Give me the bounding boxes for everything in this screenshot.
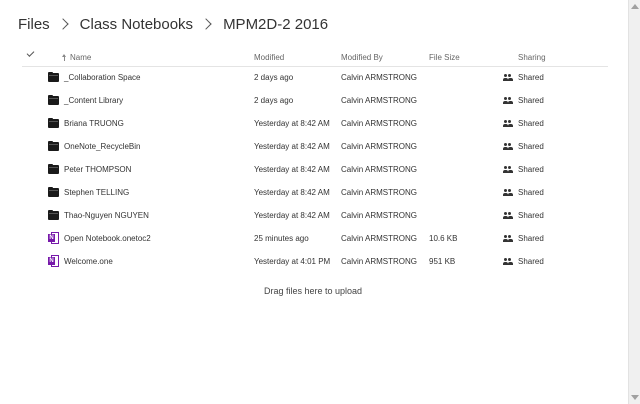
- breadcrumb-class-notebooks[interactable]: Class Notebooks: [80, 16, 193, 33]
- sharing-status[interactable]: Shared: [503, 73, 544, 82]
- file-name-link[interactable]: Peter THOMPSON: [64, 165, 131, 174]
- sharing-status[interactable]: Shared: [503, 142, 544, 151]
- modified-by: Calvin ARMSTRONG: [341, 234, 418, 243]
- sharing-label: Shared: [518, 188, 544, 197]
- table-row[interactable]: _Content Library 2 days ago Calvin ARMSTRO…: [22, 89, 608, 112]
- breadcrumb-files[interactable]: Files: [18, 16, 50, 33]
- table-row[interactable]: OneNote_RecycleBin Yesterday at 8:42 AM Ca…: [22, 135, 608, 158]
- sharing-status[interactable]: Shared: [503, 165, 544, 174]
- modified-by: Calvin ARMSTRONG: [341, 165, 418, 174]
- onenote-icon: N: [48, 255, 59, 267]
- onenote-icon: N: [48, 232, 59, 244]
- vertical-scrollbar[interactable]: [628, 0, 640, 404]
- modified-date: Yesterday at 8:42 AM: [254, 188, 330, 197]
- folder-icon: [48, 186, 59, 197]
- sharing-status[interactable]: Shared: [503, 257, 544, 266]
- file-size: 951 KB: [429, 257, 456, 266]
- modified-by: Calvin ARMSTRONG: [341, 119, 418, 128]
- checkmark-icon[interactable]: [26, 49, 35, 57]
- folder-icon: [48, 163, 59, 174]
- sharing-status[interactable]: Shared: [503, 96, 544, 105]
- modified-date: 2 days ago: [254, 73, 294, 82]
- modified-by: Calvin ARMSTRONG: [341, 73, 418, 82]
- onenote-badge: N: [48, 234, 55, 242]
- file-size: 10.6 KB: [429, 234, 458, 243]
- modified-date: Yesterday at 8:42 AM: [254, 119, 330, 128]
- modified-by: Calvin ARMSTRONG: [341, 211, 418, 220]
- folder-icon: [48, 71, 59, 82]
- sharing-status[interactable]: Shared: [503, 234, 544, 243]
- file-name-link[interactable]: Thao-Nguyen NGUYEN: [64, 211, 149, 220]
- folder-icon: [48, 94, 59, 105]
- file-rows: _Collaboration Space 2 days ago Calvin ARM…: [22, 66, 608, 273]
- column-header-modified-by[interactable]: Modified By: [341, 53, 383, 62]
- people-icon: [503, 166, 513, 173]
- table-row[interactable]: _Collaboration Space 2 days ago Calvin ARM…: [22, 66, 608, 89]
- chevron-right-icon: [200, 18, 212, 30]
- modified-date: Yesterday at 4:01 PM: [254, 257, 331, 266]
- modified-by: Calvin ARMSTRONG: [341, 142, 418, 151]
- scroll-down-arrow-icon[interactable]: [631, 395, 639, 400]
- modified-by: Calvin ARMSTRONG: [341, 188, 418, 197]
- people-icon: [503, 212, 513, 219]
- table-row[interactable]: Peter THOMPSON Yesterday at 8:42 AM Calvin…: [22, 158, 608, 181]
- people-icon: [503, 258, 513, 265]
- people-icon: [503, 143, 513, 150]
- people-icon: [503, 74, 513, 81]
- modified-date: 2 days ago: [254, 96, 294, 105]
- sort-up-arrow-icon: [62, 54, 66, 61]
- table-row[interactable]: N Open Notebook.onetoc2 25 minutes ago Calv…: [22, 227, 608, 250]
- modified-date: Yesterday at 8:42 AM: [254, 142, 330, 151]
- column-header-sharing[interactable]: Sharing: [518, 53, 546, 62]
- breadcrumb: Files Class Notebooks MPM2D-2 2016: [18, 14, 328, 34]
- modified-by: Calvin ARMSTRONG: [341, 257, 418, 266]
- file-table: Name Modified Modified By File Size Shar…: [22, 49, 608, 267]
- people-icon: [503, 120, 513, 127]
- sharing-label: Shared: [518, 257, 544, 266]
- modified-date: Yesterday at 8:42 AM: [254, 211, 330, 220]
- scroll-up-arrow-icon[interactable]: [631, 4, 639, 9]
- sharing-label: Shared: [518, 119, 544, 128]
- file-list-pane: Files Class Notebooks MPM2D-2 2016 Name …: [0, 0, 628, 404]
- people-icon: [503, 189, 513, 196]
- folder-icon: [48, 117, 59, 128]
- column-header-file-size[interactable]: File Size: [429, 53, 460, 62]
- breadcrumb-current-folder: MPM2D-2 2016: [223, 15, 329, 33]
- file-name-link[interactable]: Open Notebook.onetoc2: [64, 234, 151, 243]
- modified-date: Yesterday at 8:42 AM: [254, 165, 330, 174]
- sharing-label: Shared: [518, 234, 544, 243]
- people-icon: [503, 97, 513, 104]
- table-header: Name Modified Modified By File Size Shar…: [22, 49, 608, 67]
- modified-by: Calvin ARMSTRONG: [341, 96, 418, 105]
- sharing-label: Shared: [518, 165, 544, 174]
- file-name-link[interactable]: _Content Library: [64, 96, 123, 105]
- sharing-status[interactable]: Shared: [503, 119, 544, 128]
- file-name-link[interactable]: Briana TRUONG: [64, 119, 124, 128]
- sharing-label: Shared: [518, 211, 544, 220]
- modified-date: 25 minutes ago: [254, 234, 309, 243]
- column-header-name[interactable]: Name: [62, 53, 92, 62]
- table-row[interactable]: N Welcome.one Yesterday at 4:01 PM Calvin A…: [22, 250, 608, 273]
- onenote-badge: N: [48, 257, 55, 265]
- chevron-right-icon: [57, 18, 69, 30]
- table-row[interactable]: Briana TRUONG Yesterday at 8:42 AM Calvin …: [22, 112, 608, 135]
- drop-zone-hint: Drag files here to upload: [263, 286, 363, 296]
- column-header-name-label: Name: [70, 53, 92, 62]
- sharing-label: Shared: [518, 96, 544, 105]
- sharing-status[interactable]: Shared: [503, 188, 544, 197]
- file-name-link[interactable]: Stephen TELLING: [64, 188, 129, 197]
- column-header-modified[interactable]: Modified: [254, 53, 284, 62]
- file-name-link[interactable]: OneNote_RecycleBin: [64, 142, 140, 151]
- sharing-label: Shared: [518, 73, 544, 82]
- table-row[interactable]: Stephen TELLING Yesterday at 8:42 AM Calvi…: [22, 181, 608, 204]
- folder-icon: [48, 140, 59, 151]
- sharing-label: Shared: [518, 142, 544, 151]
- people-icon: [503, 235, 513, 242]
- file-name-link[interactable]: Welcome.one: [64, 257, 113, 266]
- folder-icon: [48, 209, 59, 220]
- file-name-link[interactable]: _Collaboration Space: [64, 73, 141, 82]
- sharing-status[interactable]: Shared: [503, 211, 544, 220]
- table-row[interactable]: Thao-Nguyen NGUYEN Yesterday at 8:42 AM Ca…: [22, 204, 608, 227]
